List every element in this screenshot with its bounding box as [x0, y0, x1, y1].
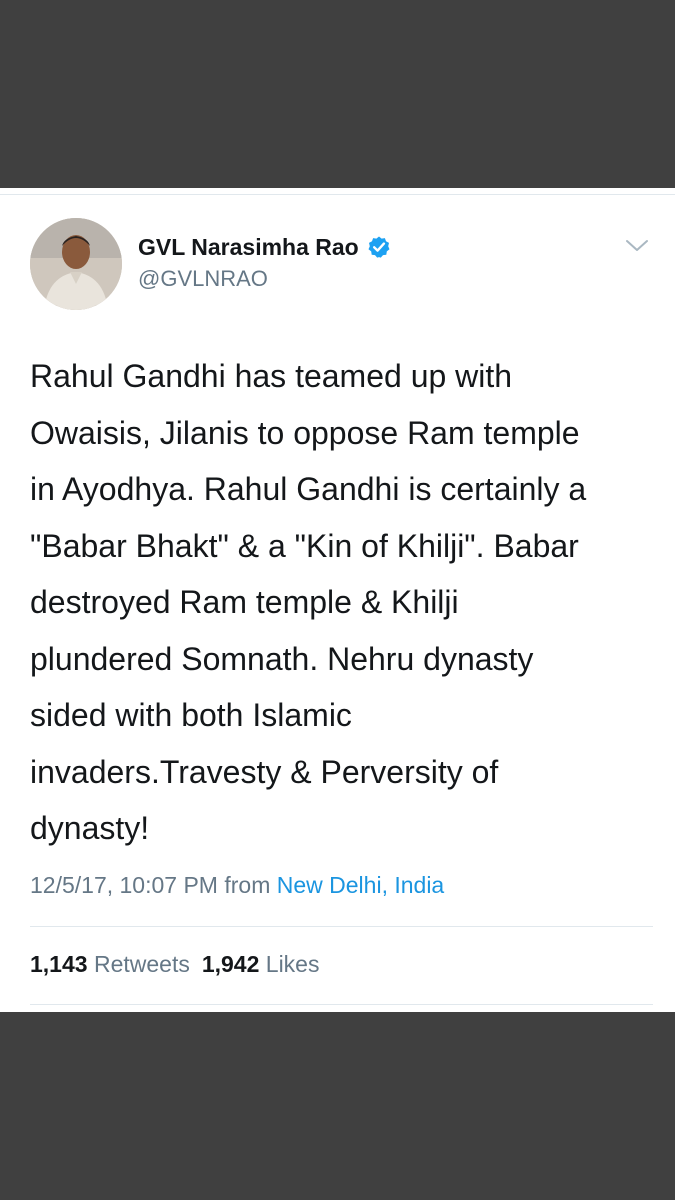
tweet-timestamp[interactable]: 12/5/17, 10:07 PM	[30, 872, 218, 898]
tweet-meta: 12/5/17, 10:07 PM from New Delhi, India	[30, 872, 444, 899]
author-name-row[interactable]: GVL Narasimha Rao	[138, 230, 391, 264]
author-handle[interactable]: @GVLNRAO	[138, 266, 268, 292]
bottom-frame-bar	[0, 1012, 675, 1200]
retweets-stat[interactable]: 1,143 Retweets	[30, 951, 190, 977]
card-top-divider	[0, 194, 675, 195]
likes-stat[interactable]: 1,942 Likes	[202, 951, 320, 977]
likes-count: 1,942	[201, 951, 260, 977]
author-display-name[interactable]: GVL Narasimha Rao	[138, 234, 359, 261]
stats-top-divider	[30, 926, 653, 927]
tweet-location-link[interactable]: New Delhi, India	[277, 872, 444, 898]
verified-badge-icon	[367, 235, 391, 259]
avatar[interactable]	[30, 218, 122, 310]
tweet-stats: 1,143 Retweets 1,942 Likes	[30, 951, 319, 978]
stats-bottom-divider	[30, 1004, 653, 1005]
tweet-card: GVL Narasimha Rao @GVLNRAO Rahul Gandhi …	[0, 188, 675, 1012]
top-frame-bar	[0, 0, 675, 188]
retweets-label: Retweets	[93, 951, 190, 977]
likes-label: Likes	[265, 951, 320, 977]
avatar-image	[30, 218, 122, 310]
tweet-from-label: from	[224, 872, 271, 898]
tweet-text: Rahul Gandhi has teamed up with Owaisis,…	[30, 358, 587, 846]
chevron-down-icon[interactable]	[624, 238, 650, 254]
retweets-count: 1,143	[30, 951, 88, 977]
